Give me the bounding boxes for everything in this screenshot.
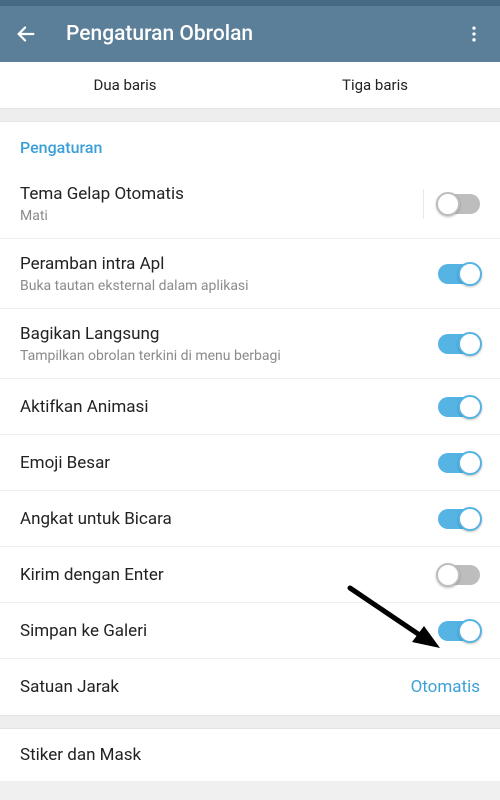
row-title: Kirim dengan Enter	[20, 564, 438, 586]
section-divider	[0, 715, 500, 729]
back-icon[interactable]	[14, 22, 38, 46]
row-value: Otomatis	[411, 677, 480, 697]
row-subtitle: Mati	[20, 208, 423, 224]
more-icon[interactable]	[462, 22, 486, 46]
section-header-settings: Pengaturan	[0, 122, 500, 169]
row-send-enter[interactable]: Kirim dengan Enter	[0, 547, 500, 603]
toggle-big-emoji[interactable]	[438, 453, 480, 473]
tab-two-lines[interactable]: Dua baris	[0, 62, 250, 108]
toggle-direct-share[interactable]	[438, 334, 480, 354]
row-in-app-browser[interactable]: Peramban intra Apl Buka tautan eksternal…	[0, 239, 500, 309]
toggle-raise-to-speak[interactable]	[438, 509, 480, 529]
toggle-in-app-browser[interactable]	[438, 264, 480, 284]
row-title: Aktifkan Animasi	[20, 396, 438, 418]
row-title: Tema Gelap Otomatis	[20, 183, 423, 205]
row-title: Emoji Besar	[20, 452, 438, 474]
row-subtitle: Buka tautan eksternal dalam aplikasi	[20, 278, 438, 294]
page-title: Pengaturan Obrolan	[38, 22, 462, 46]
row-animations[interactable]: Aktifkan Animasi	[0, 379, 500, 435]
row-save-gallery[interactable]: Simpan ke Galeri	[0, 603, 500, 659]
row-distance-unit[interactable]: Satuan Jarak Otomatis	[0, 659, 500, 715]
row-dark-theme[interactable]: Tema Gelap Otomatis Mati	[0, 169, 500, 239]
settings-section: Pengaturan Tema Gelap Otomatis Mati Pera…	[0, 122, 500, 715]
row-title: Simpan ke Galeri	[20, 620, 438, 642]
row-title: Bagikan Langsung	[20, 323, 438, 345]
row-title: Satuan Jarak	[20, 676, 411, 698]
row-stickers-masks[interactable]: Stiker dan Mask	[0, 729, 500, 781]
toggle-dark-theme[interactable]	[438, 194, 480, 214]
row-big-emoji[interactable]: Emoji Besar	[0, 435, 500, 491]
section-divider	[0, 108, 500, 122]
toggle-save-gallery[interactable]	[438, 621, 480, 641]
app-header: Pengaturan Obrolan	[0, 6, 500, 62]
vertical-divider	[423, 189, 424, 219]
row-title: Peramban intra Apl	[20, 253, 438, 275]
layout-tabs: Dua baris Tiga baris	[0, 62, 500, 108]
row-direct-share[interactable]: Bagikan Langsung Tampilkan obrolan terki…	[0, 309, 500, 379]
toggle-animations[interactable]	[438, 397, 480, 417]
row-raise-to-speak[interactable]: Angkat untuk Bicara	[0, 491, 500, 547]
row-subtitle: Tampilkan obrolan terkini di menu berbag…	[20, 348, 438, 364]
row-title: Angkat untuk Bicara	[20, 508, 438, 530]
toggle-send-enter[interactable]	[438, 565, 480, 585]
tab-three-lines[interactable]: Tiga baris	[250, 62, 500, 108]
